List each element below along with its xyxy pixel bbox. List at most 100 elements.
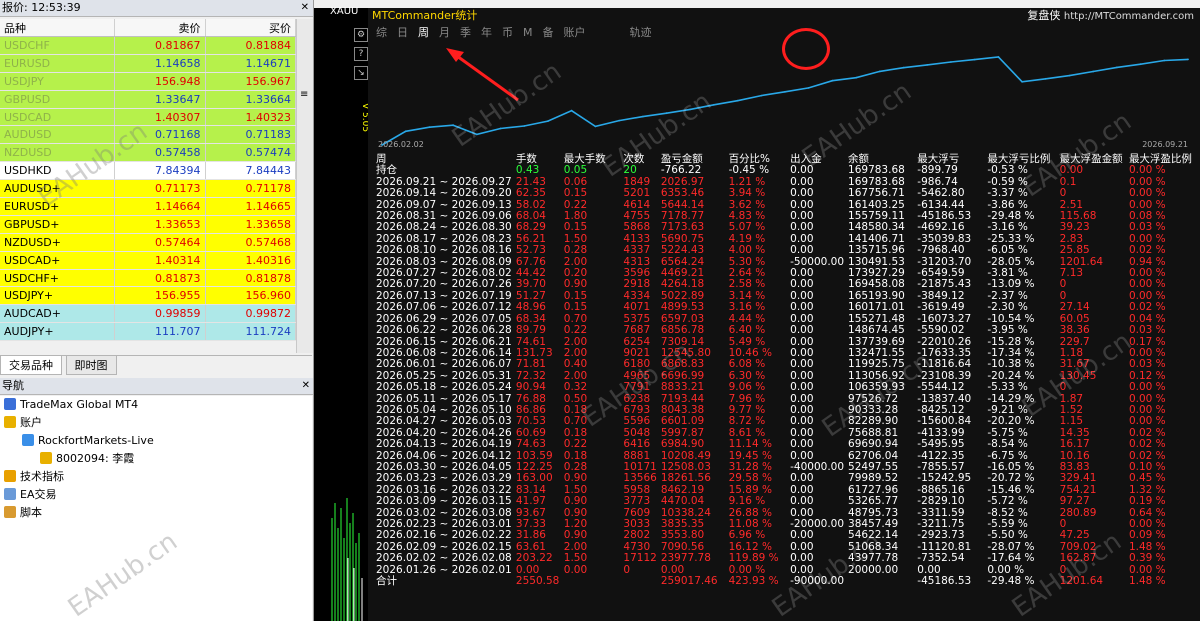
chart-window: XAUU ⚙ ? ↘ V 5.05 MTCommander统计 复盘侠 http…	[314, 0, 1200, 621]
bid-cell: 1.33647	[114, 90, 206, 109]
nav-item[interactable]: 脚本	[0, 504, 312, 522]
market-watch-header: 报价: 12:53:39 ✕	[0, 0, 313, 17]
col-ask[interactable]: 买价	[205, 19, 296, 37]
bid-cell: 1.33653	[114, 215, 206, 234]
bid-cell: 0.99859	[114, 304, 206, 324]
navigator-header: 导航 ✕	[0, 378, 313, 395]
ask-cell: 1.33664	[205, 90, 296, 109]
gear-icon[interactable]: ⚙	[354, 28, 368, 42]
ask-cell: 0.81878	[205, 269, 296, 288]
chart-symbol[interactable]: XAUU	[330, 6, 358, 17]
ask-cell: 156.967	[205, 72, 296, 91]
scripts-icon	[4, 506, 16, 518]
navigator-tree: TradeMax Global MT4 账户 RockfortMarkets-Liv…	[0, 396, 312, 621]
nav-item[interactable]: RockfortMarkets-Live	[0, 432, 312, 450]
accounts-icon	[4, 416, 16, 428]
terminal-icon	[4, 398, 16, 410]
nav-item[interactable]: EA交易	[0, 486, 312, 504]
nav-item-label: RockfortMarkets-Live	[38, 434, 154, 447]
quote-row[interactable]: AUDUSD+ 0.71173 0.71178	[0, 179, 296, 199]
left-panel: 报价: 12:53:39 ✕ 品种 卖价 买价 USDCHF 0.81867 0.8…	[0, 0, 314, 621]
market-watch-scrollbar[interactable]: ≡	[296, 19, 313, 353]
chart-sidebar: XAUU ⚙ ? ↘ V 5.05	[314, 6, 370, 621]
ask-cell: 0.81884	[205, 36, 296, 55]
quote-row[interactable]: NZDUSD 0.57458 0.57474	[0, 143, 296, 163]
bid-cell: 156.955	[114, 286, 206, 306]
ask-cell: 0.99872	[205, 304, 296, 324]
bid-cell: 1.14658	[114, 54, 206, 73]
col-symbol[interactable]: 品种	[0, 19, 115, 37]
bid-cell: 1.40314	[114, 251, 206, 270]
ask-cell: 1.33658	[205, 215, 296, 234]
quote-row[interactable]: AUDCAD+ 0.99859 0.99872	[0, 304, 296, 324]
nav-item[interactable]: 技术指标	[0, 468, 312, 486]
expert-advisor-icon	[4, 488, 16, 500]
symbol-cell: USDCHF+	[0, 269, 115, 288]
bid-cell: 0.71168	[114, 125, 206, 145]
user-icon	[40, 452, 52, 464]
bid-cell: 0.71173	[114, 179, 206, 199]
quote-row[interactable]: GBPUSD+ 1.33653 1.33658	[0, 215, 296, 234]
ask-cell: 0.71183	[205, 125, 296, 145]
bid-cell: 156.948	[114, 72, 206, 91]
symbol-cell: AUDUSD+	[0, 179, 115, 199]
nav-item[interactable]: TradeMax Global MT4	[0, 396, 312, 414]
bid-cell: 0.57464	[114, 233, 206, 252]
symbol-cell: USDJPY	[0, 72, 115, 91]
ask-cell: 156.960	[205, 286, 296, 306]
symbol-cell: AUDCAD+	[0, 304, 115, 324]
nav-item-label: 账户	[20, 416, 42, 429]
quote-row[interactable]: AUDUSD 0.71168 0.71183	[0, 125, 296, 145]
quote-row[interactable]: GBPUSD 1.33647 1.33664	[0, 90, 296, 109]
ask-cell: 111.724	[205, 322, 296, 342]
tab-tick-chart[interactable]: 即时图	[65, 356, 117, 375]
market-watch-tabs: 交易品种 即时图	[0, 355, 312, 375]
quote-row[interactable]: USDJPY 156.948 156.967	[0, 72, 296, 91]
ask-cell: 1.14665	[205, 197, 296, 216]
symbol-cell: AUDJPY+	[0, 322, 115, 342]
close-icon[interactable]: ✕	[302, 378, 310, 394]
quote-row[interactable]: NZDUSD+ 0.57464 0.57468	[0, 233, 296, 252]
nav-item-label: EA交易	[20, 488, 57, 501]
symbol-cell: GBPUSD	[0, 90, 115, 109]
navigator-title: 导航	[2, 379, 24, 392]
quote-row[interactable]: EURUSD+ 1.14664 1.14665	[0, 197, 296, 216]
ask-cell: 1.40316	[205, 251, 296, 270]
price-bars	[331, 498, 363, 621]
ask-cell: 1.14671	[205, 54, 296, 73]
market-watch-title: 报价: 12:53:39	[2, 1, 81, 14]
symbol-cell: GBPUSD+	[0, 215, 115, 234]
bid-cell: 1.40307	[114, 108, 206, 127]
nav-item[interactable]: 8002094: 李霞	[0, 450, 312, 468]
quote-row[interactable]: USDCHF 0.81867 0.81884	[0, 36, 296, 55]
resize-icon[interactable]: ↘	[354, 66, 368, 80]
scroll-grip-icon[interactable]: ≡	[300, 89, 310, 100]
chart-tab-strip	[314, 0, 1200, 8]
quote-row[interactable]: USDCHF+ 0.81873 0.81878	[0, 269, 296, 288]
quote-row[interactable]: EURUSD 1.14658 1.14671	[0, 54, 296, 73]
close-icon[interactable]: ✕	[301, 0, 309, 16]
bid-cell: 0.81867	[114, 36, 206, 55]
symbol-cell: EURUSD	[0, 54, 115, 73]
quote-row[interactable]: USDJPY+ 156.955 156.960	[0, 286, 296, 306]
symbol-cell: NZDUSD	[0, 143, 115, 163]
symbol-cell: USDCHF	[0, 36, 115, 55]
quote-row[interactable]: USDHKD 7.84394 7.84443	[0, 161, 296, 181]
tab-symbols[interactable]: 交易品种	[0, 356, 62, 375]
help-icon[interactable]: ?	[354, 47, 368, 61]
market-watch-table: 品种 卖价 买价 USDCHF 0.81867 0.81884 EURUSD 1.146…	[0, 19, 296, 342]
mtcommander-panel: MTCommander统计 复盘侠 http://MTCommander.com…	[368, 8, 1200, 621]
col-bid[interactable]: 卖价	[114, 19, 206, 37]
symbol-cell: USDCAD+	[0, 251, 115, 270]
nav-item-label: TradeMax Global MT4	[20, 398, 139, 411]
bid-cell: 1.14664	[114, 197, 206, 216]
quote-row[interactable]: AUDJPY+ 111.707 111.724	[0, 322, 296, 342]
quote-row[interactable]: USDCAD+ 1.40314 1.40316	[0, 251, 296, 270]
server-icon	[22, 434, 34, 446]
symbol-cell: USDCAD	[0, 108, 115, 127]
nav-item[interactable]: 账户	[0, 414, 312, 432]
bid-cell: 0.57458	[114, 143, 206, 163]
symbol-cell: USDJPY+	[0, 286, 115, 306]
quote-row[interactable]: USDCAD 1.40307 1.40323	[0, 108, 296, 127]
nav-item-label: 8002094: 李霞	[56, 452, 135, 465]
